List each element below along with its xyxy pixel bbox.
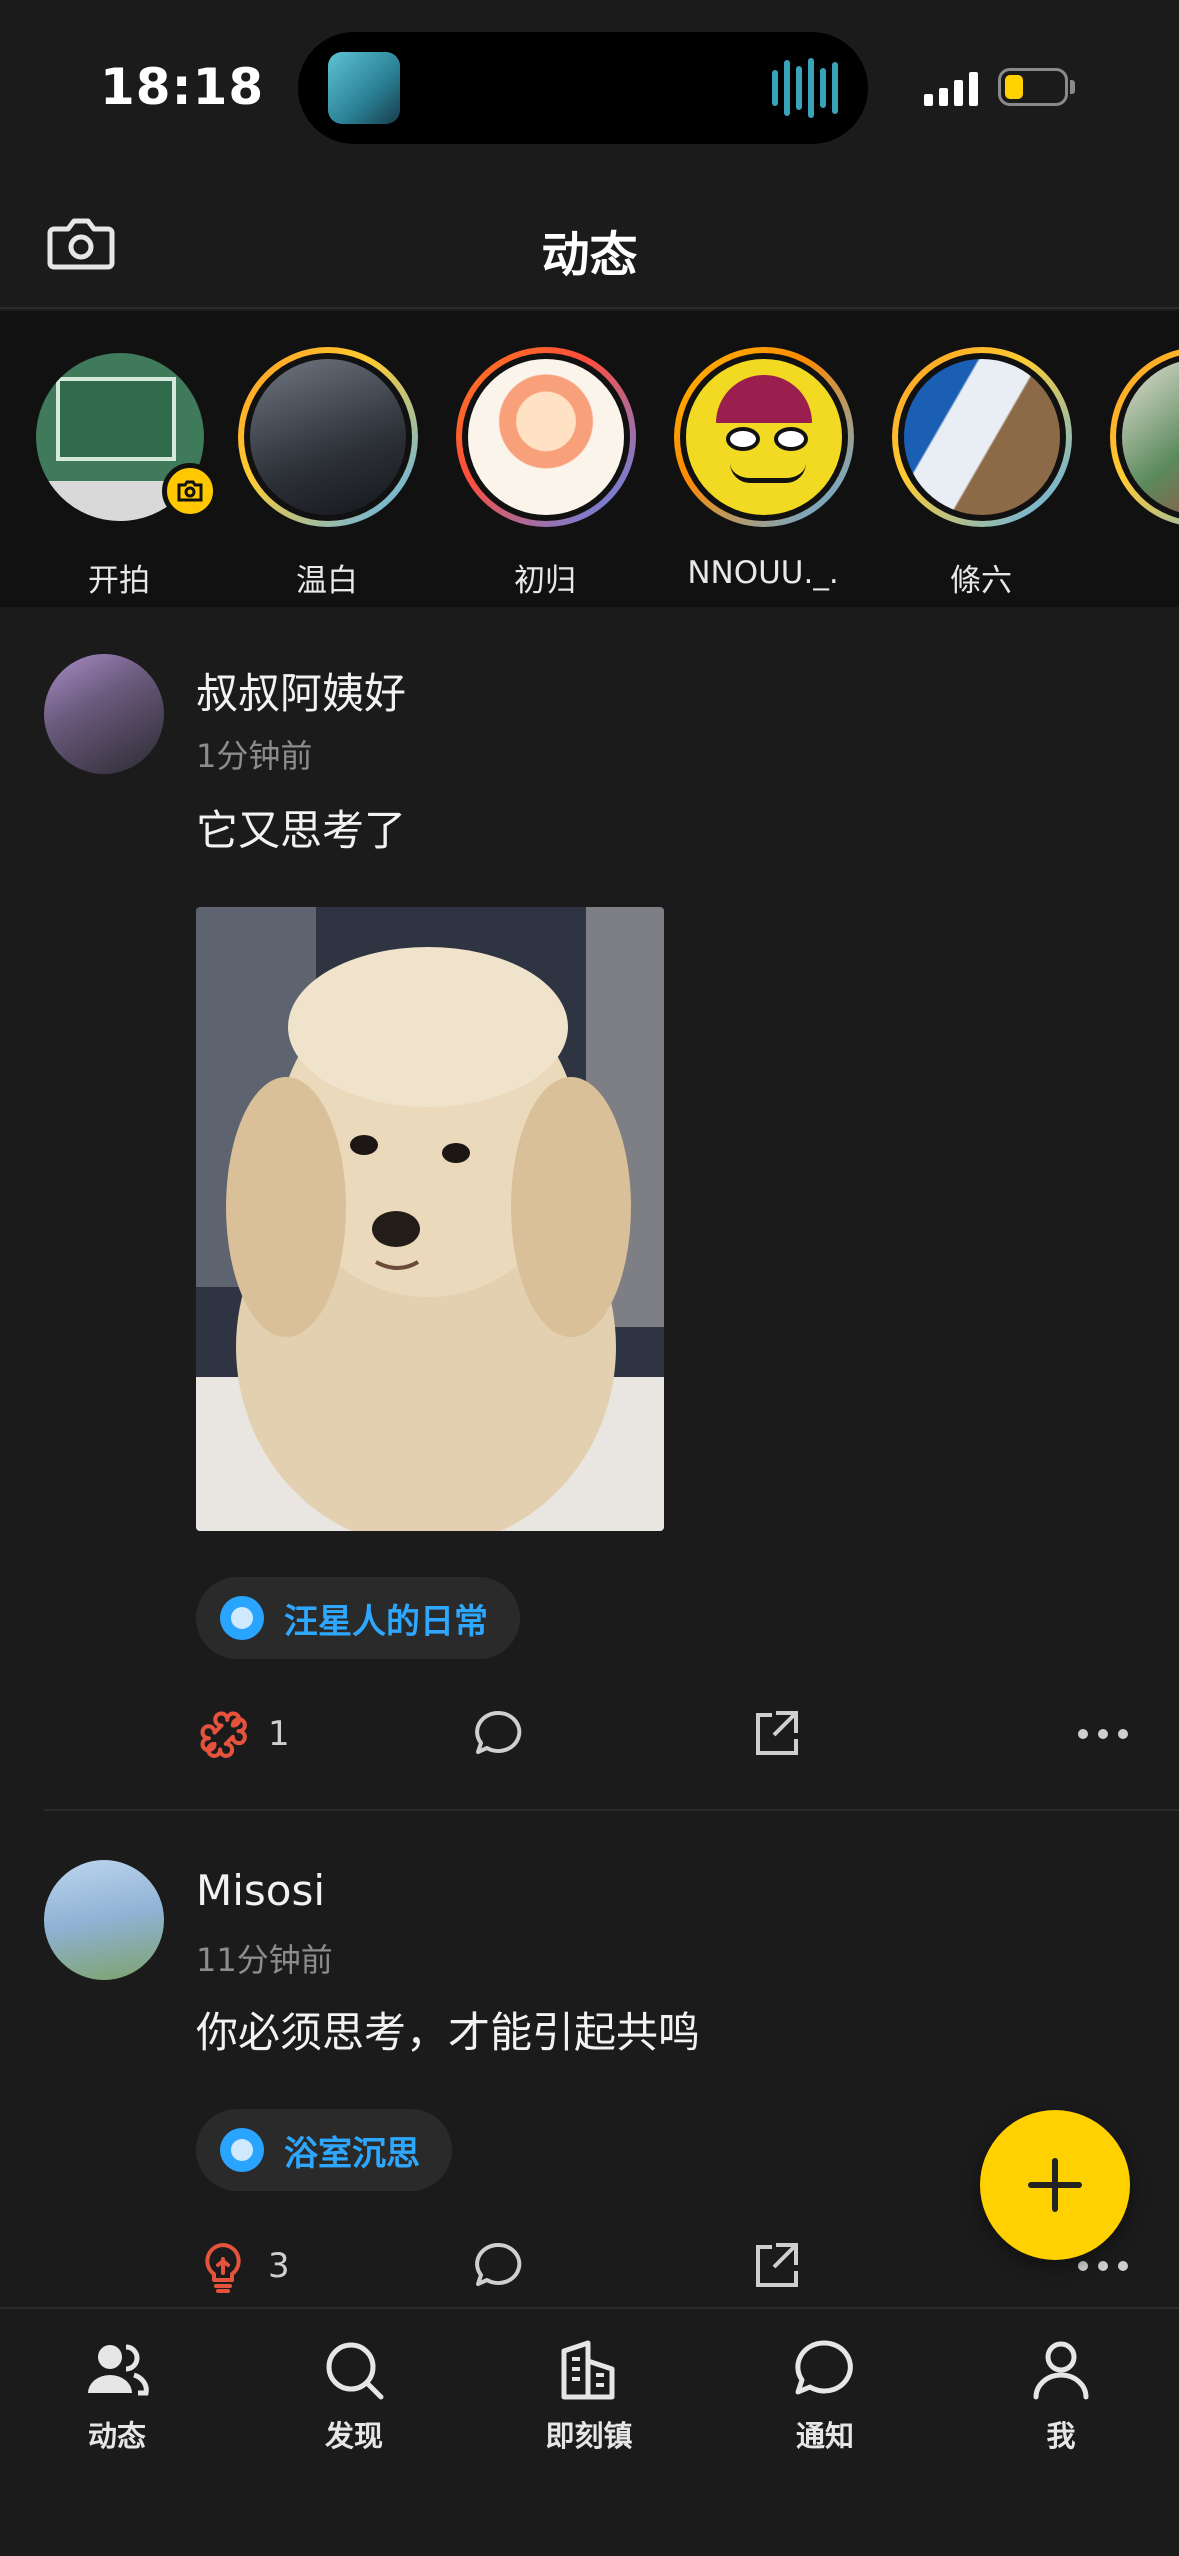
- story-item[interactable]: 月: [1104, 337, 1179, 587]
- tab-label: 动态: [87, 2419, 146, 2453]
- audio-waveform-icon: [772, 58, 838, 118]
- story-label: 开拍: [88, 563, 150, 599]
- cellular-signal-icon: [924, 70, 980, 106]
- tab-label: 通知: [795, 2419, 854, 2453]
- post-username[interactable]: 叔叔阿姨好: [196, 660, 406, 721]
- story-avatar: [462, 353, 630, 521]
- battery-icon: [998, 68, 1068, 106]
- post-time: 1分钟前: [196, 737, 313, 775]
- comment-icon: [475, 1710, 522, 1754]
- bottom-tab-bar: 动态 发现 即刻镇 通知 我: [0, 2307, 1179, 2556]
- page-title: 动态: [541, 227, 638, 283]
- react-button[interactable]: 3: [196, 2231, 290, 2301]
- topic-chip[interactable]: 浴室沉思: [196, 2109, 452, 2191]
- story-avatar: [1116, 353, 1179, 521]
- tab-label: 发现: [324, 2419, 383, 2453]
- post-username[interactable]: Misosi: [196, 1866, 325, 1915]
- tab-label: 我: [1046, 2419, 1076, 2453]
- feed-list[interactable]: 叔叔阿姨好 1分钟前 它又思考了 汪星人的日常 1 Misosi 11分钟前 你…: [0, 607, 1179, 2307]
- status-time: 18:18: [100, 58, 265, 116]
- share-icon: [756, 1711, 798, 1755]
- topic-chip[interactable]: 汪星人的日常: [196, 1577, 520, 1659]
- more-icon: [1078, 1729, 1128, 1739]
- more-button[interactable]: [1076, 1699, 1130, 1769]
- battery-cap: [1070, 80, 1075, 94]
- bone-icon: [200, 1711, 247, 1758]
- plus-icon: [1028, 2158, 1082, 2212]
- lightbulb-icon: [205, 2243, 241, 2293]
- tab-me[interactable]: 我: [981, 2335, 1141, 2465]
- post-actions: 1: [196, 1699, 1156, 1769]
- story-item-shoot[interactable]: 开拍: [24, 337, 218, 599]
- dog-photo: [196, 907, 664, 1531]
- post-card: 叔叔阿姨好 1分钟前 它又思考了 汪星人的日常 1: [0, 607, 1179, 1811]
- post-text: 它又思考了: [196, 806, 407, 855]
- search-icon: [326, 2342, 384, 2400]
- person-icon: [1033, 2341, 1089, 2400]
- comment-icon: [475, 2242, 522, 2286]
- reaction-count: 1: [268, 1714, 290, 1754]
- post-text: 你必须思考，才能引起共鸣: [196, 2008, 701, 2057]
- status-bar: 18:18: [0, 0, 1179, 175]
- story-label: 條六: [950, 563, 1012, 599]
- tab-town[interactable]: 即刻镇: [509, 2335, 669, 2465]
- share-button[interactable]: [748, 2231, 802, 2301]
- story-label: 初归: [514, 563, 576, 599]
- avatar[interactable]: [44, 654, 164, 774]
- comment-button[interactable]: [472, 1699, 526, 1769]
- more-icon: [1078, 2261, 1128, 2271]
- tab-discover[interactable]: 发现: [274, 2335, 434, 2465]
- building-icon: [561, 2340, 615, 2400]
- now-playing-artwork: [328, 52, 400, 124]
- create-post-button[interactable]: [980, 2110, 1130, 2260]
- tab-label: 即刻镇: [545, 2419, 633, 2453]
- story-label: 温白: [296, 563, 358, 599]
- share-button[interactable]: [748, 1699, 802, 1769]
- chat-bubble-icon: [795, 2340, 853, 2395]
- post-time: 11分钟前: [196, 1941, 333, 1979]
- topic-icon: [220, 1596, 264, 1640]
- topic-icon: [220, 2128, 264, 2172]
- story-item[interactable]: 初归: [450, 337, 640, 599]
- avatar[interactable]: [44, 1860, 164, 1980]
- story-avatar: [244, 353, 412, 521]
- stories-row[interactable]: 开拍 温白 初归 NNOUU._. 條六: [0, 311, 1179, 607]
- reaction-count: 3: [268, 2246, 290, 2286]
- dynamic-island[interactable]: [298, 32, 868, 144]
- story-avatar: [680, 353, 848, 521]
- react-button[interactable]: 1: [196, 1699, 290, 1769]
- story-avatar: [898, 353, 1066, 521]
- story-item[interactable]: 條六: [886, 337, 1076, 599]
- story-label: 月: [1084, 555, 1179, 600]
- camera-badge-icon: [162, 463, 218, 519]
- users-icon: [88, 2344, 149, 2396]
- topic-label: 浴室沉思: [284, 2133, 420, 2174]
- share-icon: [756, 2243, 798, 2287]
- story-item[interactable]: NNOUU._.: [668, 337, 858, 591]
- comment-button[interactable]: [472, 2231, 526, 2301]
- tab-feed[interactable]: 动态: [37, 2335, 197, 2465]
- topic-label: 汪星人的日常: [284, 1601, 488, 1642]
- story-item[interactable]: 温白: [232, 337, 422, 599]
- story-label: NNOUU._.: [687, 555, 839, 591]
- tab-notifications[interactable]: 通知: [745, 2335, 905, 2465]
- post-image[interactable]: [196, 907, 664, 1531]
- top-header: 动态: [0, 175, 1179, 309]
